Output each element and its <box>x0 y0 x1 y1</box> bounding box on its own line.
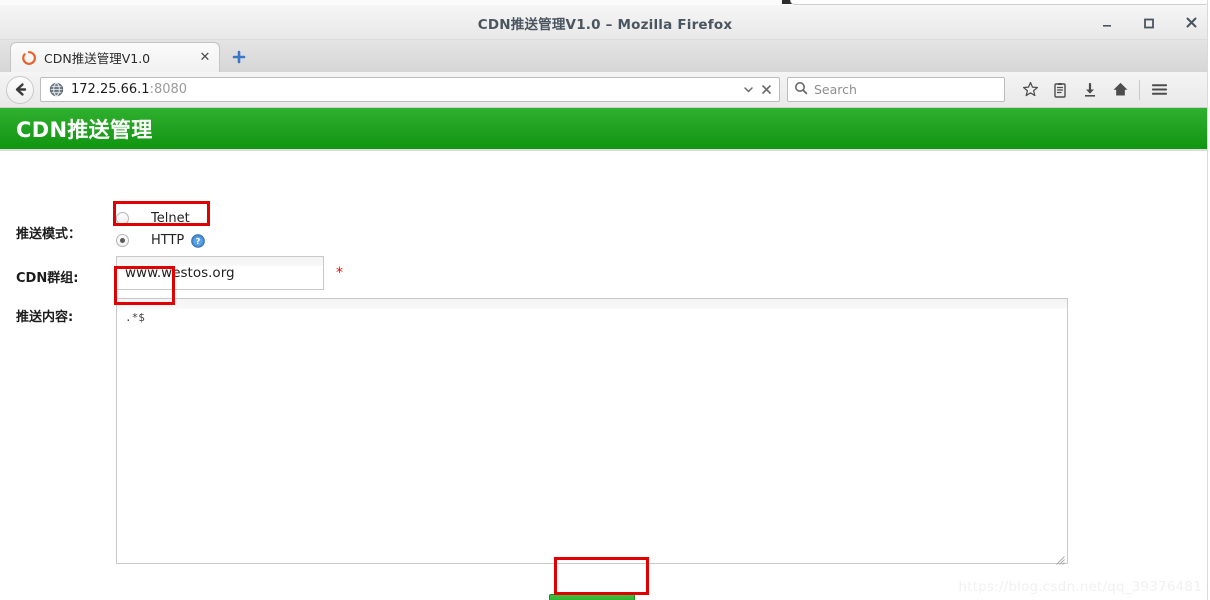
address-bar-text: 172.25.66.1:8080 <box>71 82 739 97</box>
bookmark-star-icon[interactable] <box>1015 76 1045 104</box>
cdn-group-input[interactable] <box>116 256 324 290</box>
home-icon[interactable] <box>1105 76 1135 104</box>
screen: CDN推送管理V1.0 – Mozilla Firefox CDN推送管理V1.… <box>0 0 1210 600</box>
window-controls <box>1098 5 1200 40</box>
field-push-mode: 推送模式： Telnet HTTP ? <box>16 207 206 251</box>
radio-http[interactable] <box>116 233 129 247</box>
radio-option-telnet[interactable]: Telnet <box>116 207 205 229</box>
label-cdn-group: CDN群组: <box>16 271 79 286</box>
maximize-icon <box>1144 18 1154 28</box>
window-title: CDN推送管理V1.0 – Mozilla Firefox <box>477 17 733 33</box>
globe-icon <box>49 82 64 97</box>
push-content-textarea[interactable] <box>116 298 1068 564</box>
back-arrow-icon <box>15 83 26 96</box>
radio-telnet-label: Telnet <box>151 210 190 226</box>
close-icon <box>1186 17 1196 28</box>
label-push-mode: 推送模式： <box>16 227 82 242</box>
search-icon <box>794 80 808 99</box>
downloads-icon[interactable] <box>1075 76 1105 104</box>
browser-tab[interactable]: CDN推送管理V1.0 ✕ <box>10 42 220 72</box>
submit-button[interactable]: 确认提交 <box>549 594 635 600</box>
url-port: :8080 <box>149 82 188 97</box>
push-mode-radio-group: Telnet HTTP ? <box>116 207 206 251</box>
chevron-down-icon[interactable] <box>739 79 757 101</box>
loading-spinner-icon <box>21 50 37 66</box>
tab-title: CDN推送管理V1.0 <box>44 51 151 66</box>
radio-http-label: HTTP <box>151 232 185 248</box>
help-question-icon[interactable]: ? <box>191 233 206 248</box>
svg-text:?: ? <box>196 236 201 246</box>
navigation-toolbar: 172.25.66.1:8080 Search <box>0 72 1210 108</box>
toolbar-divider <box>1139 79 1140 100</box>
search-input-placeholder: Search <box>814 82 857 97</box>
stop-loading-icon[interactable] <box>757 79 775 101</box>
close-button[interactable] <box>1182 14 1200 32</box>
library-icon[interactable] <box>1045 76 1075 104</box>
page-title: CDN推送管理 <box>16 117 153 142</box>
url-host: 172.25.66.1 <box>71 82 150 97</box>
label-push-content: 推送内容: <box>16 310 74 325</box>
field-cdn-group: CDN群组: * <box>16 256 343 290</box>
maximize-button[interactable] <box>1140 14 1158 32</box>
firefox-window: CDN推送管理V1.0 – Mozilla Firefox CDN推送管理V1.… <box>0 5 1210 600</box>
toolbar-icon-group <box>1015 76 1174 104</box>
tab-close-button[interactable]: ✕ <box>197 50 213 66</box>
field-push-content: 推送内容: <box>16 298 1068 568</box>
search-bar[interactable]: Search <box>787 77 1005 102</box>
radio-telnet[interactable] <box>116 211 129 225</box>
menu-hamburger-icon[interactable] <box>1144 76 1174 104</box>
minimize-button[interactable] <box>1098 14 1116 32</box>
plus-icon <box>232 50 246 64</box>
address-bar[interactable]: 172.25.66.1:8080 <box>40 77 780 102</box>
radio-option-http[interactable]: HTTP ? <box>116 229 206 251</box>
new-tab-button[interactable] <box>230 48 248 66</box>
back-button[interactable] <box>6 75 34 104</box>
page-header: CDN推送管理 <box>0 108 1210 151</box>
minimize-icon <box>1103 24 1111 27</box>
window-titlebar: CDN推送管理V1.0 – Mozilla Firefox <box>0 5 1210 40</box>
tab-strip: CDN推送管理V1.0 ✕ <box>0 40 1210 72</box>
required-asterisk: * <box>336 265 343 281</box>
page-content: CDN推送管理 推送模式： Telnet HTTP ? CDN群组: www.w… <box>0 108 1210 600</box>
watermark-text: https://blog.csdn.net/qq_39376481 <box>958 579 1202 595</box>
